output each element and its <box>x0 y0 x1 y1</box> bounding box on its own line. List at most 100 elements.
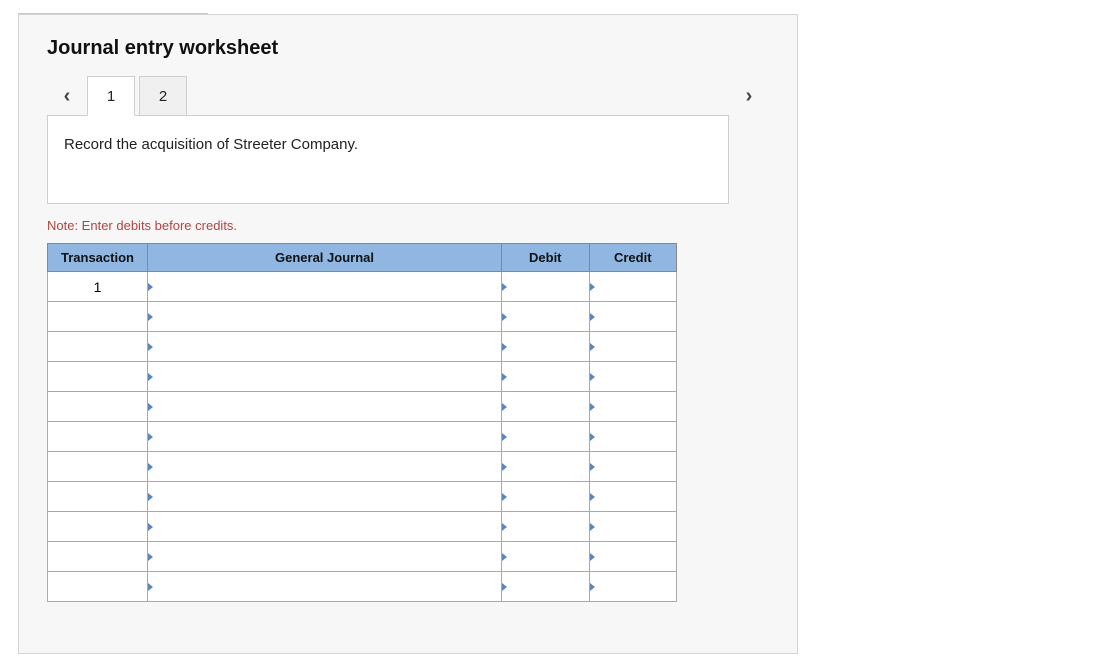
dropdown-marker-icon <box>502 343 507 351</box>
cell-transaction <box>48 512 148 542</box>
cell-transaction <box>48 362 148 392</box>
table-row <box>48 512 677 542</box>
cell-credit[interactable] <box>589 482 677 512</box>
cell-debit[interactable] <box>502 572 589 602</box>
dropdown-marker-icon <box>502 403 507 411</box>
dropdown-marker-icon <box>502 313 507 321</box>
cell-credit[interactable] <box>589 452 677 482</box>
note-text: Note: Enter debits before credits. <box>47 218 769 233</box>
cell-credit[interactable] <box>589 512 677 542</box>
cell-general-journal[interactable] <box>147 422 501 452</box>
col-header-general-journal: General Journal <box>147 244 501 272</box>
entry-description: Record the acquisition of Streeter Compa… <box>47 115 729 204</box>
journal-table: Transaction General Journal Debit Credit… <box>47 243 677 602</box>
cell-transaction <box>48 422 148 452</box>
cell-debit[interactable] <box>502 362 589 392</box>
cell-general-journal[interactable] <box>147 302 501 332</box>
cell-transaction <box>48 332 148 362</box>
dropdown-marker-icon <box>590 493 595 501</box>
cell-debit[interactable] <box>502 272 589 302</box>
tab-2[interactable]: 2 <box>139 76 187 116</box>
cell-transaction <box>48 572 148 602</box>
dropdown-marker-icon <box>502 523 507 531</box>
col-header-debit: Debit <box>502 244 589 272</box>
cell-credit[interactable] <box>589 332 677 362</box>
cell-credit[interactable] <box>589 422 677 452</box>
dropdown-marker-icon <box>148 583 153 591</box>
table-row <box>48 422 677 452</box>
cell-debit[interactable] <box>502 392 589 422</box>
cell-general-journal[interactable] <box>147 332 501 362</box>
tab-1[interactable]: 1 <box>87 76 135 116</box>
cell-transaction <box>48 482 148 512</box>
dropdown-marker-icon <box>590 463 595 471</box>
dropdown-marker-icon <box>148 283 153 291</box>
table-row <box>48 362 677 392</box>
table-row <box>48 542 677 572</box>
dropdown-marker-icon <box>148 553 153 561</box>
cell-debit[interactable] <box>502 332 589 362</box>
dropdown-marker-icon <box>502 583 507 591</box>
dropdown-marker-icon <box>590 403 595 411</box>
cell-general-journal[interactable] <box>147 362 501 392</box>
cell-debit[interactable] <box>502 422 589 452</box>
table-row: 1 <box>48 272 677 302</box>
dropdown-marker-icon <box>148 523 153 531</box>
dropdown-marker-icon <box>148 433 153 441</box>
dropdown-marker-icon <box>502 493 507 501</box>
prev-arrow-icon[interactable]: ‹ <box>47 76 87 116</box>
cell-transaction <box>48 452 148 482</box>
cell-general-journal[interactable] <box>147 272 501 302</box>
page-title: Journal entry worksheet <box>47 37 769 60</box>
dropdown-marker-icon <box>590 583 595 591</box>
dropdown-marker-icon <box>590 313 595 321</box>
cell-debit[interactable] <box>502 542 589 572</box>
cell-general-journal[interactable] <box>147 482 501 512</box>
cell-debit[interactable] <box>502 302 589 332</box>
dropdown-marker-icon <box>148 343 153 351</box>
cell-debit[interactable] <box>502 452 589 482</box>
cell-debit[interactable] <box>502 482 589 512</box>
table-row <box>48 452 677 482</box>
table-row <box>48 392 677 422</box>
col-header-credit: Credit <box>589 244 677 272</box>
dropdown-marker-icon <box>502 463 507 471</box>
table-row <box>48 572 677 602</box>
cell-credit[interactable] <box>589 392 677 422</box>
cell-general-journal[interactable] <box>147 452 501 482</box>
dropdown-marker-icon <box>148 493 153 501</box>
cell-general-journal[interactable] <box>147 572 501 602</box>
dropdown-marker-icon <box>590 523 595 531</box>
next-arrow-icon[interactable]: › <box>729 76 769 116</box>
cell-credit[interactable] <box>589 272 677 302</box>
table-row <box>48 332 677 362</box>
cell-transaction <box>48 542 148 572</box>
dropdown-marker-icon <box>502 283 507 291</box>
cell-transaction <box>48 302 148 332</box>
dropdown-marker-icon <box>590 433 595 441</box>
cell-transaction: 1 <box>48 272 148 302</box>
cell-credit[interactable] <box>589 572 677 602</box>
cell-general-journal[interactable] <box>147 512 501 542</box>
cell-debit[interactable] <box>502 512 589 542</box>
dropdown-marker-icon <box>590 553 595 561</box>
dropdown-marker-icon <box>502 553 507 561</box>
table-row <box>48 302 677 332</box>
dropdown-marker-icon <box>148 313 153 321</box>
worksheet-panel: Journal entry worksheet ‹ 1 2 › Record t… <box>18 14 798 654</box>
dropdown-marker-icon <box>502 433 507 441</box>
dropdown-marker-icon <box>590 283 595 291</box>
cell-general-journal[interactable] <box>147 542 501 572</box>
dropdown-marker-icon <box>148 373 153 381</box>
cell-credit[interactable] <box>589 302 677 332</box>
cell-credit[interactable] <box>589 542 677 572</box>
table-row <box>48 482 677 512</box>
dropdown-marker-icon <box>590 373 595 381</box>
dropdown-marker-icon <box>590 343 595 351</box>
top-divider <box>18 0 208 14</box>
cell-transaction <box>48 392 148 422</box>
cell-credit[interactable] <box>589 362 677 392</box>
cell-general-journal[interactable] <box>147 392 501 422</box>
col-header-transaction: Transaction <box>48 244 148 272</box>
tab-row: ‹ 1 2 › <box>47 76 769 116</box>
